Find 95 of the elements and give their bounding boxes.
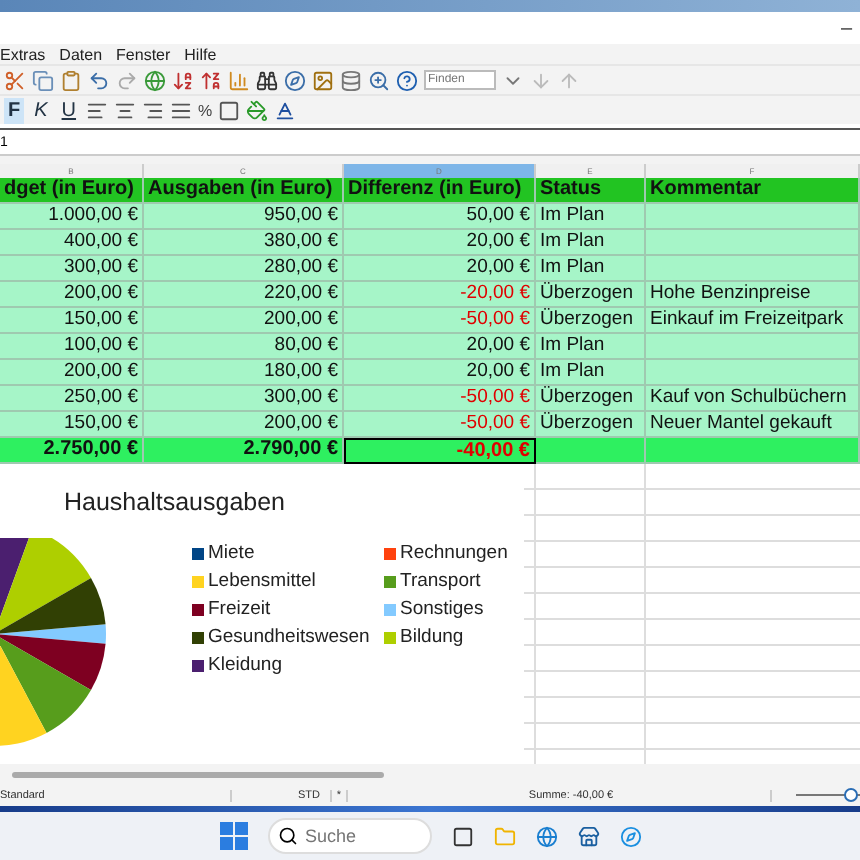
legend-label: Miete — [208, 542, 255, 564]
format-button[interactable]: U — [57, 97, 81, 123]
table-cell: -50,00 € — [344, 412, 536, 438]
scissors-icon[interactable] — [4, 69, 26, 91]
legend-label: Gesundheitswesen — [208, 626, 370, 648]
table-cell: -50,00 € — [344, 308, 536, 334]
windows-start-icon[interactable] — [219, 822, 247, 850]
paste-icon[interactable] — [60, 69, 82, 91]
table-cell: Überzogen — [536, 308, 646, 334]
table-cell: Im Plan — [536, 360, 646, 386]
font-color-icon[interactable] — [274, 99, 297, 121]
image-icon[interactable] — [312, 69, 334, 91]
legend-label: Bildung — [400, 626, 464, 648]
database-icon[interactable] — [340, 69, 362, 91]
format-button[interactable]: K — [30, 97, 52, 123]
table-cell: Kauf von Schulbüchern — [646, 386, 860, 412]
align-right-icon[interactable] — [142, 99, 165, 121]
table-cell: 300,00 € — [0, 256, 144, 282]
table-cell: 220,00 € — [144, 282, 344, 308]
zoom-thumb[interactable] — [844, 788, 859, 802]
compass-icon[interactable] — [284, 69, 306, 91]
align-center-icon[interactable] — [114, 99, 137, 121]
task-view-icon[interactable] — [451, 825, 473, 847]
globe-icon[interactable] — [144, 69, 166, 91]
table-cell: Einkauf im Freizeitpark — [646, 308, 860, 334]
app-icon[interactable] — [619, 825, 641, 847]
legend-label: Freizeit — [208, 598, 271, 620]
legend-label: Sonstiges — [400, 598, 484, 620]
store-icon[interactable] — [577, 825, 599, 847]
menu-item[interactable]: Fenster — [116, 45, 171, 63]
copy-icon[interactable] — [32, 69, 54, 91]
header-cell: Status — [536, 178, 646, 204]
table-cell: Überzogen — [536, 282, 646, 308]
chart-title: Haushaltsausgaben — [64, 488, 285, 516]
table-cell: 20,00 € — [344, 256, 536, 282]
table-cell: 400,00 € — [0, 230, 144, 256]
table-cell: Im Plan — [536, 204, 646, 230]
align-justify-icon[interactable] — [170, 99, 193, 121]
taskbar-search-field[interactable]: Suche — [267, 818, 431, 854]
table-cell: 50,00 € — [344, 204, 536, 230]
table-cell: 200,00 € — [144, 412, 344, 438]
border-icon[interactable] — [218, 99, 241, 121]
table-cell: 200,00 € — [0, 360, 144, 386]
legend-label: Lebensmittel — [208, 570, 316, 592]
binoculars-icon[interactable] — [256, 69, 278, 91]
table-cell: 180,00 € — [144, 360, 344, 386]
table-cell: 380,00 € — [144, 230, 344, 256]
table-cell: 200,00 € — [0, 282, 144, 308]
table-cell: Überzogen — [536, 386, 646, 412]
total-cell: 2.750,00 € — [0, 438, 144, 464]
menu-item[interactable]: Extras — [0, 45, 46, 63]
table-cell: Im Plan — [536, 256, 646, 282]
header-cell: Ausgaben (in Euro) — [144, 178, 344, 204]
search-icon — [277, 826, 297, 846]
table-cell: Überzogen — [536, 412, 646, 438]
table-cell: 150,00 € — [0, 308, 144, 334]
legend-label: Transport — [400, 570, 481, 592]
table-cell: 250,00 € — [0, 386, 144, 412]
table-cell: 300,00 € — [144, 386, 344, 412]
zoom-icon[interactable] — [368, 69, 390, 91]
legend-label: Rechnungen — [400, 542, 508, 564]
header-cell: dget (in Euro) — [0, 178, 144, 204]
browser-icon[interactable] — [535, 825, 557, 847]
table-cell: -50,00 € — [344, 386, 536, 412]
align-left-icon[interactable] — [86, 99, 109, 121]
header-cell: Kommentar — [646, 178, 860, 204]
table-cell: -20,00 € — [344, 282, 536, 308]
table-cell: Im Plan — [536, 230, 646, 256]
table-cell: 1.000,00 € — [0, 204, 144, 230]
table-cell: Neuer Mantel gekauft — [646, 412, 860, 438]
table-cell: 20,00 € — [344, 334, 536, 360]
legend-label: Kleidung — [208, 654, 282, 676]
menu-item[interactable]: Hilfe — [184, 45, 217, 63]
table-cell: 280,00 € — [144, 256, 344, 282]
table-cell: 150,00 € — [0, 412, 144, 438]
table-cell: 80,00 € — [144, 334, 344, 360]
scrollbar-thumb[interactable] — [12, 771, 384, 777]
table-cell: 950,00 € — [144, 204, 344, 230]
header-cell: Differenz (in Euro) — [344, 178, 536, 204]
sort-ascending-icon[interactable] — [172, 69, 194, 91]
help-icon[interactable] — [396, 69, 418, 91]
total-cell: 2.790,00 € — [144, 438, 344, 464]
table-cell: Hohe Benzinpreise — [646, 282, 860, 308]
percent-button[interactable]: % — [198, 101, 213, 119]
table-cell: 200,00 € — [144, 308, 344, 334]
table-cell: 20,00 € — [344, 230, 536, 256]
table-cell: 100,00 € — [0, 334, 144, 360]
table-cell: 20,00 € — [344, 360, 536, 386]
minimize-button[interactable]: – — [840, 17, 852, 39]
undo-icon[interactable] — [88, 69, 110, 91]
format-button[interactable]: F — [4, 97, 25, 123]
table-cell: Im Plan — [536, 334, 646, 360]
menu-item[interactable]: Daten — [59, 45, 103, 63]
fill-color-icon[interactable] — [246, 99, 269, 121]
sort-descending-icon[interactable] — [200, 69, 222, 91]
